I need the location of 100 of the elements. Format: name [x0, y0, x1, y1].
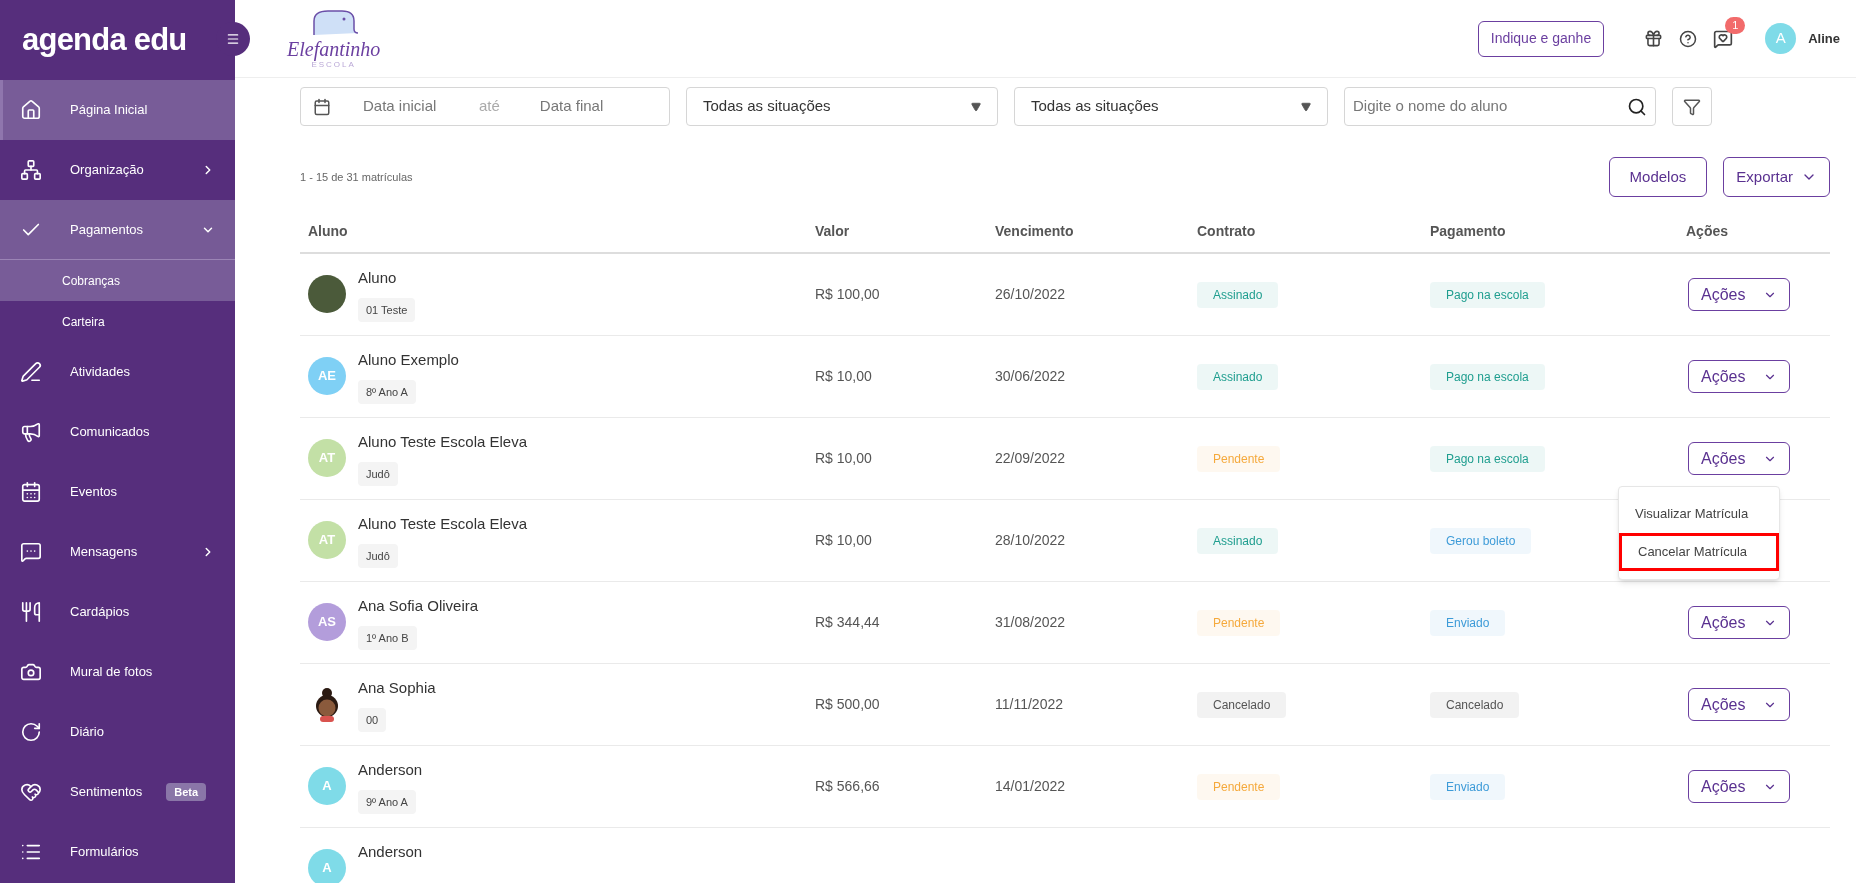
- search-field[interactable]: Digite o nome do aluno: [1344, 87, 1656, 126]
- sidebar-item[interactable]: Comunicados: [0, 402, 235, 462]
- home-icon: [20, 99, 42, 121]
- hierarchy-icon: [20, 159, 42, 181]
- column-header: Aluno: [308, 221, 349, 241]
- status-badge: Gerou boleto: [1430, 527, 1532, 554]
- actions-button[interactable]: Ações: [1688, 360, 1790, 393]
- sidebar-label: Sentimentos: [70, 783, 143, 802]
- models-button[interactable]: Modelos: [1608, 157, 1708, 197]
- status-badge: Assinado: [1197, 527, 1279, 554]
- status-badge: Cancelado: [1197, 691, 1287, 718]
- status-badge: Assinado: [1197, 281, 1279, 308]
- contract-status-select[interactable]: Todas as situações: [686, 87, 998, 126]
- sidebar-item[interactable]: Mural de fotos: [0, 642, 235, 702]
- sidebar-item[interactable]: Organização: [0, 140, 235, 200]
- sidebar-item[interactable]: Formulários: [0, 822, 235, 882]
- sidebar-item[interactable]: Página Inicial: [0, 80, 235, 140]
- sidebar-label: Formulários: [70, 843, 139, 862]
- class-tag: 9º Ano A: [358, 789, 416, 814]
- beta-badge: Beta: [166, 782, 207, 802]
- status-badge: Enviado: [1430, 609, 1506, 636]
- column-header: Pagamento: [1430, 221, 1507, 241]
- camera-icon: [20, 661, 42, 683]
- filter-icon: [1683, 97, 1701, 116]
- actions-button[interactable]: Ações: [1688, 606, 1790, 639]
- pencil-icon: [20, 361, 42, 383]
- caret-icon: [971, 101, 981, 112]
- search-input[interactable]: Digite o nome do aluno: [1353, 95, 1627, 118]
- avatar-initials: A: [308, 767, 346, 805]
- utensils-icon: [20, 601, 42, 623]
- status-badge: Assinado: [1197, 363, 1279, 390]
- status-badge: Pago na escola: [1430, 445, 1545, 472]
- sidebar-label: Mensagens: [70, 543, 138, 562]
- sidebar-subitem[interactable]: Carteira: [0, 301, 235, 342]
- sidebar-label: Eventos: [70, 483, 117, 502]
- sidebar-item[interactable]: Mensagens: [0, 522, 235, 582]
- gift-icon[interactable]: [1644, 29, 1664, 48]
- menu-icon: [226, 32, 240, 46]
- school-subtitle: ESCOLA: [311, 59, 356, 71]
- status-badge: Pago na escola: [1430, 281, 1545, 308]
- due-date-cell-text: 22/09/2022: [995, 449, 1067, 468]
- class-tag: Judô: [358, 461, 398, 486]
- refresh-icon: [20, 721, 42, 743]
- avatar-initials: AS: [308, 603, 346, 641]
- due-date-cell-text: 14/01/2022: [995, 777, 1067, 796]
- filter-button[interactable]: [1672, 87, 1712, 126]
- value-cell-text: R$ 100,00: [815, 285, 881, 304]
- results-count: 1 - 15 de 31 matrículas: [300, 169, 413, 185]
- actions-button[interactable]: Ações: [1688, 770, 1790, 803]
- actions-button[interactable]: Ações: [1688, 442, 1790, 475]
- date-start-input[interactable]: Data inicial: [363, 95, 463, 118]
- student-name: Anderson: [358, 760, 423, 780]
- calendar-icon: [313, 97, 331, 116]
- actions-button[interactable]: Ações: [1688, 278, 1790, 311]
- sidebar-item[interactable]: Eventos: [0, 462, 235, 522]
- value-cell-text: R$ 344,44: [815, 613, 881, 632]
- actions-button[interactable]: Ações: [1688, 688, 1790, 721]
- avatar-initials: AE: [308, 357, 346, 395]
- sidebar-item[interactable]: Sentimentos Beta: [0, 762, 235, 822]
- help-icon[interactable]: [1679, 29, 1698, 48]
- menu-item[interactable]: Visualizar Matrícula: [1619, 495, 1779, 533]
- student-name: Ana Sophia: [358, 678, 436, 698]
- sidebar-label: Comunicados: [70, 423, 150, 442]
- menu-item[interactable]: Cancelar Matrícula: [1619, 533, 1779, 571]
- due-date-cell-text: 26/10/2022: [995, 285, 1067, 304]
- export-button[interactable]: Exportar: [1723, 157, 1830, 197]
- due-date-cell-text: 30/06/2022: [995, 367, 1067, 386]
- sidebar-label: Página Inicial: [70, 101, 148, 120]
- chat-icon[interactable]: [1713, 28, 1734, 49]
- class-tag: 00: [358, 707, 387, 732]
- student-name: Aluno Teste Escola Eleva: [358, 432, 527, 452]
- class-tag: Judô: [358, 543, 398, 568]
- student-name: Aluno Exemplo: [358, 350, 459, 370]
- column-header: Valor: [815, 221, 851, 241]
- sidebar-item[interactable]: Atividades: [0, 342, 235, 402]
- date-end-input[interactable]: Data final: [539, 95, 640, 118]
- class-tag: 01 Teste: [358, 297, 416, 322]
- value-cell-text: R$ 500,00: [815, 695, 881, 714]
- sidebar-item[interactable]: Diário: [0, 702, 235, 762]
- status-badge: Pago na escola: [1430, 363, 1545, 390]
- megaphone-icon: [20, 421, 42, 443]
- student-name: Aluno Teste Escola Eleva: [358, 514, 527, 534]
- sidebar-label: Mural de fotos: [70, 663, 153, 682]
- sidebar-item[interactable]: Cardápios: [0, 582, 235, 642]
- invite-button[interactable]: Indique e ganhe: [1477, 20, 1605, 57]
- date-separator: até: [479, 96, 500, 117]
- column-header: Contrato: [1197, 221, 1257, 241]
- sidebar-label: Diário: [70, 723, 104, 742]
- sidebar-subitem[interactable]: Cobranças: [0, 260, 235, 301]
- status-badge: Enviado: [1430, 773, 1506, 800]
- status-badge: Pendente: [1197, 609, 1281, 636]
- status-badge: Pendente: [1197, 773, 1281, 800]
- column-header: Ações: [1686, 221, 1730, 241]
- sidebar-item[interactable]: Pagamentos: [0, 200, 235, 260]
- caret-icon: [1301, 101, 1311, 112]
- student-name: Aluno: [358, 268, 398, 288]
- school-name: Elefantinho: [287, 38, 381, 59]
- payment-status-select[interactable]: Todas as situações: [1014, 87, 1328, 126]
- due-date-cell-text: 11/11/2022: [995, 695, 1064, 714]
- user-name[interactable]: Aline: [1808, 28, 1840, 49]
